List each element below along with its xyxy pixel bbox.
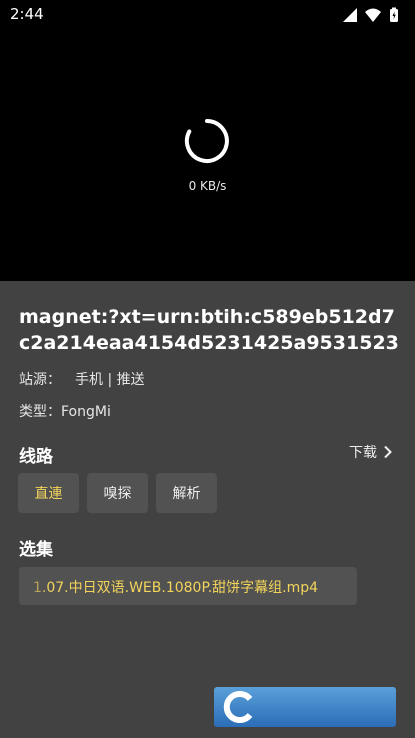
route-button-sniff[interactable]: 嗅探 — [87, 473, 148, 513]
status-time: 2:44 — [10, 5, 44, 23]
status-icons — [343, 7, 398, 22]
battery-icon — [390, 7, 398, 22]
watermark-c-icon — [223, 691, 253, 723]
video-title: magnet:?xt=urn:btih:c589eb512d7c2a214eaa… — [19, 306, 399, 354]
route-button-direct[interactable]: 直連 — [18, 473, 79, 513]
wifi-icon — [365, 8, 381, 22]
loading-spinner-icon — [184, 119, 229, 163]
episode-section-title: 选集 — [19, 540, 53, 560]
site-info: 站源： 手机 | 推送 — [19, 372, 145, 388]
download-speed: 0 KB/s — [188, 179, 227, 193]
watermark-logo — [214, 687, 396, 727]
episode-fade — [19, 567, 49, 605]
download-button[interactable]: 下载 — [349, 442, 393, 462]
detail-panel: magnet:?xt=urn:btih:c589eb512d7c2a214eaa… — [0, 281, 415, 738]
episode-item[interactable]: 1.07.中日双语.WEB.1080P.甜饼字幕组.mp4 — [19, 567, 357, 605]
episode-label: 1.07.中日双语.WEB.1080P.甜饼字幕组.mp4 — [33, 580, 319, 596]
status-bar: 2:44 — [0, 0, 415, 30]
video-player[interactable]: 0 KB/s — [0, 30, 415, 281]
type-info: 类型：FongMi — [19, 404, 111, 420]
route-section-title: 线路 — [19, 447, 53, 467]
route-button-parse[interactable]: 解析 — [156, 473, 217, 513]
signal-icon — [343, 8, 357, 22]
download-label: 下载 — [349, 445, 377, 461]
chevron-right-icon — [384, 445, 392, 459]
